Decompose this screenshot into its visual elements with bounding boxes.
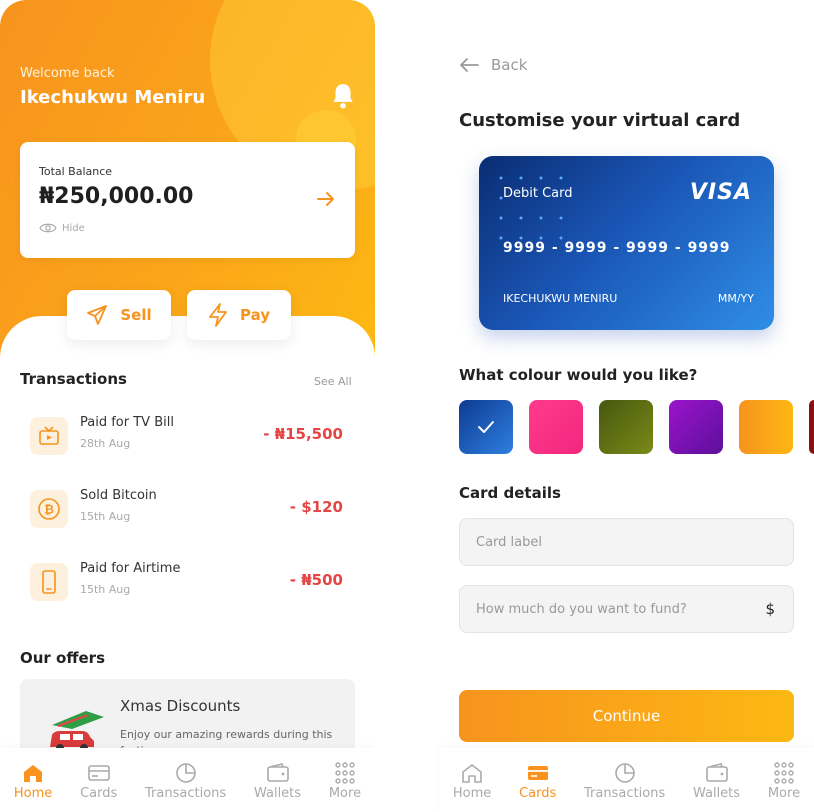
notification-bell-icon[interactable] bbox=[330, 82, 356, 110]
tab-label: Transactions bbox=[145, 786, 227, 801]
send-icon bbox=[87, 305, 108, 325]
tab-label: Cards bbox=[80, 786, 118, 801]
card-label-placeholder: Card label bbox=[476, 534, 542, 550]
welcome-text: Welcome back bbox=[20, 66, 115, 81]
transaction-date: 15th Aug bbox=[80, 510, 131, 523]
lightning-icon bbox=[209, 303, 227, 327]
fund-amount-input[interactable]: How much do you want to fund? $ bbox=[459, 585, 794, 633]
svg-text:₿: ₿ bbox=[44, 503, 54, 517]
bottom-tab-bar: Home Cards Transactions Wallets More bbox=[0, 748, 375, 812]
tv-icon bbox=[30, 417, 68, 455]
transaction-title: Paid for Airtime bbox=[80, 561, 181, 576]
tab-label: Cards bbox=[519, 786, 557, 801]
colour-swatch-pink[interactable] bbox=[529, 400, 583, 454]
wallet-icon bbox=[266, 763, 289, 782]
page-title: Customise your virtual card bbox=[459, 110, 741, 131]
transaction-date: 28th Aug bbox=[80, 437, 131, 450]
wallet-icon bbox=[705, 763, 728, 782]
transaction-item[interactable]: Paid for Airtime 15th Aug - ₦500 bbox=[30, 561, 345, 607]
bottom-tab-bar: Home Cards Transactions Wallets More bbox=[439, 748, 814, 812]
tab-transactions[interactable]: Transactions bbox=[584, 762, 665, 801]
card-details-heading: Card details bbox=[459, 484, 561, 502]
colour-heading: What colour would you like? bbox=[459, 366, 698, 384]
tab-label: More bbox=[328, 786, 362, 801]
offers-heading: Our offers bbox=[20, 649, 106, 667]
hide-balance-toggle[interactable]: Hide bbox=[39, 222, 85, 234]
visa-logo: VISA bbox=[689, 180, 752, 205]
eye-icon bbox=[39, 223, 57, 233]
colour-swatch-purple[interactable] bbox=[669, 400, 723, 454]
tab-cards[interactable]: Cards bbox=[80, 762, 117, 801]
customise-card-screen: Back Customise your virtual card Debit C… bbox=[439, 0, 814, 812]
colour-swatch-blue[interactable] bbox=[459, 400, 513, 454]
transaction-item[interactable]: ₿ Sold Bitcoin 15th Aug - $120 bbox=[30, 488, 345, 534]
back-button[interactable]: Back bbox=[459, 56, 527, 74]
tab-transactions[interactable]: Transactions bbox=[145, 762, 226, 801]
arrow-right-icon[interactable] bbox=[316, 190, 336, 208]
card-number: 9999 - 9999 - 9999 - 9999 bbox=[503, 240, 731, 256]
offer-title: Xmas Discounts bbox=[120, 697, 241, 715]
pie-chart-icon bbox=[614, 763, 635, 783]
tab-home[interactable]: Home bbox=[14, 762, 52, 801]
transaction-item[interactable]: Paid for TV Bill 28th Aug - ₦15,500 bbox=[30, 415, 345, 461]
tab-wallets[interactable]: Wallets bbox=[254, 762, 301, 801]
card-type: Debit Card bbox=[503, 186, 573, 201]
transaction-amount: - ₦15,500 bbox=[263, 425, 343, 443]
tab-label: Home bbox=[452, 786, 492, 801]
card-icon bbox=[87, 765, 110, 781]
home-screen: Welcome back Ikechukwu Meniru Total Bala… bbox=[0, 0, 375, 812]
transactions-heading: Transactions bbox=[20, 370, 127, 388]
tab-label: Home bbox=[13, 786, 53, 801]
grid-icon bbox=[335, 762, 355, 784]
tab-label: Wallets bbox=[692, 786, 741, 801]
colour-swatch-red[interactable] bbox=[809, 400, 814, 454]
continue-button[interactable]: Continue bbox=[459, 690, 794, 742]
balance-card: Total Balance ₦250,000.00 Hide bbox=[20, 142, 355, 258]
card-expiry: MM/YY bbox=[717, 292, 754, 305]
transaction-title: Sold Bitcoin bbox=[80, 488, 157, 503]
colour-swatch-orange[interactable] bbox=[739, 400, 793, 454]
sell-label: Sell bbox=[120, 306, 152, 324]
balance-label: Total Balance bbox=[39, 165, 113, 178]
user-name: Ikechukwu Meniru bbox=[20, 87, 206, 108]
hide-label: Hide bbox=[62, 222, 85, 234]
fund-amount-placeholder: How much do you want to fund? bbox=[476, 601, 687, 617]
tab-label: Transactions bbox=[584, 786, 666, 801]
back-label: Back bbox=[491, 56, 528, 74]
transaction-title: Paid for TV Bill bbox=[80, 415, 174, 430]
see-all-link[interactable]: See All bbox=[314, 375, 352, 388]
colour-swatch-olive[interactable] bbox=[599, 400, 653, 454]
cardholder-name: IKECHUKWU MENIRU bbox=[503, 292, 618, 305]
tab-wallets[interactable]: Wallets bbox=[693, 762, 740, 801]
checkmark-icon bbox=[478, 421, 494, 433]
virtual-card-preview: Debit Card VISA 9999 - 9999 - 9999 - 999… bbox=[479, 156, 774, 330]
bitcoin-icon: ₿ bbox=[30, 490, 68, 528]
pay-label: Pay bbox=[239, 306, 271, 324]
phone-icon bbox=[30, 563, 68, 601]
tab-home[interactable]: Home bbox=[453, 762, 491, 801]
card-icon bbox=[527, 766, 548, 780]
grid-icon bbox=[774, 762, 794, 784]
transaction-amount: - ₦500 bbox=[289, 571, 343, 589]
currency-symbol: $ bbox=[765, 600, 775, 618]
balance-amount: ₦250,000.00 bbox=[39, 184, 194, 209]
tab-cards[interactable]: Cards bbox=[519, 762, 556, 801]
card-label-input[interactable]: Card label bbox=[459, 518, 794, 566]
pay-button[interactable]: Pay bbox=[187, 290, 291, 340]
transaction-amount: - $120 bbox=[289, 498, 343, 516]
home-icon bbox=[462, 764, 482, 783]
transaction-date: 15th Aug bbox=[80, 583, 131, 596]
home-icon bbox=[24, 765, 43, 782]
tab-label: Wallets bbox=[253, 786, 302, 801]
tab-more[interactable]: More bbox=[329, 762, 361, 801]
tab-label: More bbox=[767, 786, 801, 801]
pie-chart-icon bbox=[175, 763, 196, 783]
sell-button[interactable]: Sell bbox=[67, 290, 171, 340]
arrow-left-icon bbox=[460, 58, 479, 72]
tab-more[interactable]: More bbox=[768, 762, 800, 801]
